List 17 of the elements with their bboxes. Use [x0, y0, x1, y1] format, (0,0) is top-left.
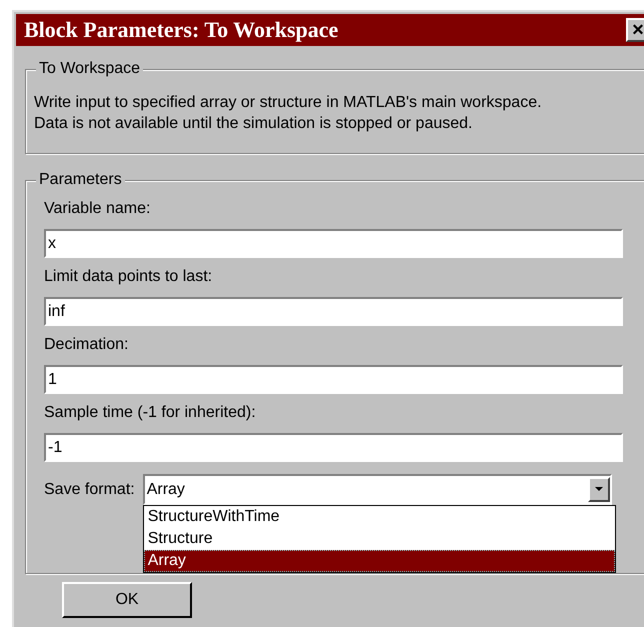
- text-field[interactable]: 1: [44, 365, 623, 394]
- field-label: Save format:: [44, 480, 135, 500]
- text-field[interactable]: x: [44, 229, 623, 258]
- text-field[interactable]: inf: [44, 297, 623, 326]
- dropdown-option[interactable]: Structure: [144, 528, 615, 550]
- description-text: Write input to specified array or structure in MATLAB's main workspace. Data is not available until the simulation is stopped or paused.: [34, 93, 543, 134]
- field-label: Limit data points to last:: [44, 267, 214, 287]
- dropdown-option[interactable]: StructureWithTime: [144, 506, 615, 528]
- dropdown-option[interactable]: Array: [144, 550, 615, 572]
- field-label: Decimation:: [44, 335, 130, 355]
- field-label: Sample time (-1 for inherited):: [44, 403, 257, 423]
- ok-button[interactable]: OK: [62, 582, 192, 618]
- text-field[interactable]: -1: [44, 433, 623, 462]
- window-title: Block Parameters: To Workspace: [24, 17, 338, 43]
- group-legend: To Workspace: [36, 59, 144, 79]
- field-label: Variable name:: [44, 199, 152, 219]
- close-button[interactable]: ×: [626, 18, 644, 42]
